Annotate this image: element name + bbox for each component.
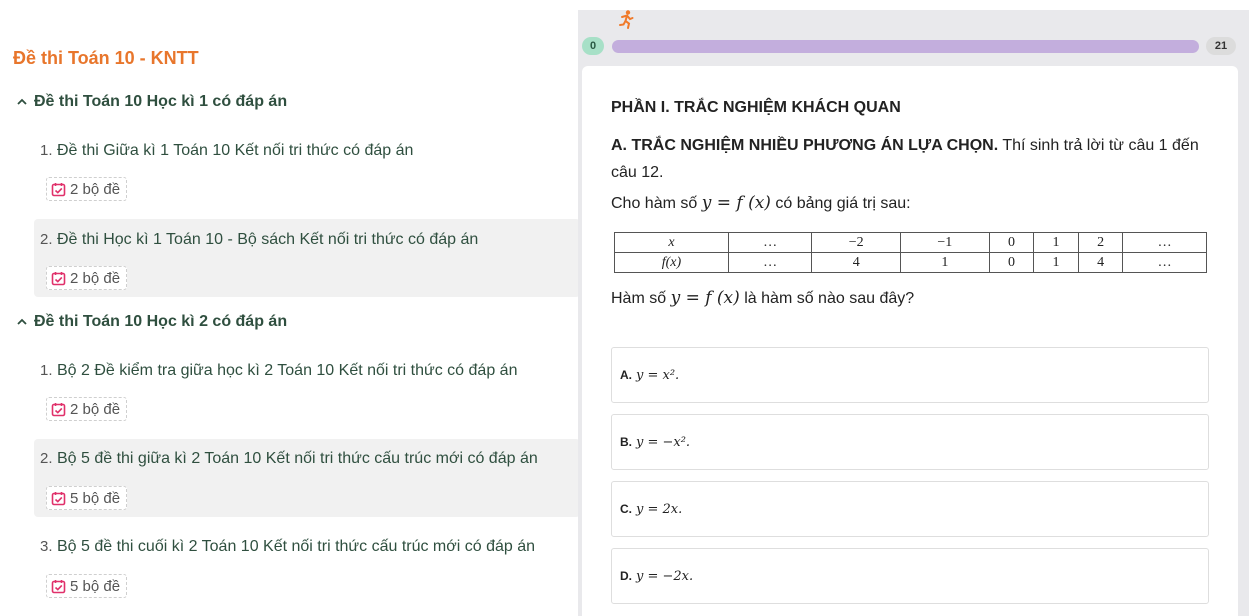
table-cell: x (614, 232, 729, 253)
option-expression: y = 2x. (636, 501, 683, 517)
table-cell: 1 (1033, 232, 1079, 253)
table-cell: … (1122, 232, 1207, 253)
badge-label: 2 bộ đề (70, 400, 121, 418)
option-label: D. (620, 569, 632, 583)
table-cell: 4 (1077, 252, 1124, 273)
table-cell: … (727, 252, 813, 273)
table-cell: f(x) (614, 252, 729, 273)
item-number: 2. (40, 231, 53, 248)
table-row: f(x) … 4 1 0 1 4 … (614, 252, 1207, 273)
group-label: Đề thi Toán 10 Học kì 2 có đáp án (34, 313, 288, 330)
exam-count-badge: 2 bộ đề (46, 397, 128, 421)
option-label: B. (620, 435, 632, 449)
exam-count-badge: 5 bộ đề (46, 486, 128, 510)
table-cell: 4 (811, 252, 902, 273)
item-title-text: Bộ 5 đề thi cuối kì 2 Toán 10 Kết nối tr… (56, 538, 536, 555)
table-cell: 0 (988, 252, 1035, 273)
option-expression: y = −x². (636, 434, 691, 450)
value-table: x … −2 −1 0 1 2 … f(x) … 4 1 0 1 4 … (614, 232, 1207, 273)
item-number: 1. (40, 362, 53, 379)
item-title-text: Đề thi Giữa kì 1 Toán 10 Kết nối tri thứ… (56, 142, 414, 159)
table-cell: −1 (900, 232, 990, 253)
table-cell: 2 (1077, 232, 1124, 253)
intro-text: Cho hàm số (611, 195, 702, 212)
table-cell: 1 (900, 252, 990, 273)
item-title-text: Bộ 2 Đề kiểm tra giữa học kì 2 Toán 10 K… (56, 362, 518, 379)
calendar-check-icon (51, 182, 66, 196)
part-heading: A. TRẮC NGHIỆM NHIỀU PHƯƠNG ÁN LỰA CHỌN. (611, 137, 999, 154)
intro-math: y = f (x) (701, 193, 771, 213)
calendar-check-icon (51, 491, 66, 505)
running-person-icon (618, 10, 634, 35)
table-row: x … −2 −1 0 1 2 … (614, 232, 1207, 253)
table-cell: 1 (1033, 252, 1079, 273)
answer-option-d[interactable]: D. y = −2x. (611, 548, 1209, 604)
exam-count-badge: 2 bộ đề (46, 177, 128, 201)
table-cell: −2 (811, 232, 902, 253)
item-number: 3. (40, 538, 53, 555)
table-cell: … (1122, 252, 1207, 273)
list-item[interactable]: 1. Bộ 2 Đề kiểm tra giữa học kì 2 Toán 1… (34, 350, 580, 428)
chevron-up-icon (16, 96, 28, 108)
item-title[interactable]: 1. Đề thi Giữa kì 1 Toán 10 Kết nối tri … (40, 142, 413, 160)
item-title[interactable]: 3. Bộ 5 đề thi cuối kì 2 Toán 10 Kết nối… (40, 538, 535, 556)
table-cell: … (727, 232, 813, 253)
exam-count-badge: 5 bộ đề (46, 574, 128, 598)
ask-text: Hàm số (611, 290, 671, 307)
progress-end-count: 21 (1206, 37, 1236, 55)
group-header-hk1[interactable]: Đề thi Toán 10 Học kì 1 có đáp án (16, 93, 287, 111)
item-title-text: Bộ 5 đề thi giữa kì 2 Toán 10 Kết nối tr… (56, 450, 538, 467)
option-expression: y = −2x. (636, 568, 694, 584)
option-label: C. (620, 502, 632, 516)
section-heading: PHẦN I. TRẮC NGHIỆM KHÁCH QUAN (611, 99, 901, 116)
badge-label: 5 bộ đề (70, 489, 121, 507)
question-ask: Hàm số y = f (x) là hàm số nào sau đây? (611, 288, 914, 308)
option-expression: y = x². (636, 367, 680, 383)
exam-sidebar: Đề thi Toán 10 - KNTT Đề thi Toán 10 Học… (0, 0, 580, 616)
list-item[interactable]: 1. Đề thi Giữa kì 1 Toán 10 Kết nối tri … (34, 130, 580, 208)
list-item[interactable]: 2. Bộ 5 đề thi giữa kì 2 Toán 10 Kết nối… (34, 439, 580, 517)
exam-count-badge: 2 bộ đề (46, 266, 128, 290)
item-title[interactable]: 2. Đề thi Học kì 1 Toán 10 - Bộ sách Kết… (40, 231, 478, 249)
progress-start-count: 0 (582, 37, 604, 55)
item-title-text: Đề thi Học kì 1 Toán 10 - Bộ sách Kết nố… (56, 231, 479, 248)
calendar-check-icon (51, 579, 66, 593)
item-number: 1. (40, 142, 53, 159)
group-label: Đề thi Toán 10 Học kì 1 có đáp án (34, 93, 288, 110)
item-title[interactable]: 1. Bộ 2 Đề kiểm tra giữa học kì 2 Toán 1… (40, 362, 517, 380)
table-cell: 0 (988, 232, 1035, 253)
ask-math: y = f (x) (670, 288, 740, 308)
calendar-check-icon (51, 402, 66, 416)
question-intro: Cho hàm số y = f (x) có bảng giá trị sau… (611, 193, 911, 213)
option-label: A. (620, 368, 632, 382)
sidebar-title[interactable]: Đề thi Toán 10 - KNTT (13, 48, 199, 69)
ask-text-end: là hàm số nào sau đây? (739, 290, 915, 307)
list-item[interactable]: 3. Bộ 5 đề thi cuối kì 2 Toán 10 Kết nối… (34, 527, 580, 605)
badge-label: 2 bộ đề (70, 269, 121, 287)
chevron-up-icon (16, 316, 28, 328)
answer-option-c[interactable]: C. y = 2x. (611, 481, 1209, 537)
part-instruction: A. TRẮC NGHIỆM NHIỀU PHƯƠNG ÁN LỰA CHỌN.… (611, 132, 1216, 186)
badge-label: 5 bộ đề (70, 577, 121, 595)
calendar-check-icon (51, 271, 66, 285)
question-card: PHẦN I. TRẮC NGHIỆM KHÁCH QUAN A. TRẮC N… (582, 66, 1238, 616)
item-number: 2. (40, 450, 53, 467)
question-panel: 0 21 PHẦN I. TRẮC NGHIỆM KHÁCH QUAN A. T… (578, 10, 1249, 616)
list-item[interactable]: 2. Đề thi Học kì 1 Toán 10 - Bộ sách Kết… (34, 219, 580, 297)
answer-option-a[interactable]: A. y = x². (611, 347, 1209, 403)
badge-label: 2 bộ đề (70, 180, 121, 198)
intro-text-end: có bảng giá trị sau: (770, 195, 911, 212)
item-title[interactable]: 2. Bộ 5 đề thi giữa kì 2 Toán 10 Kết nối… (40, 450, 538, 468)
progress-bar (612, 40, 1199, 53)
answer-option-b[interactable]: B. y = −x². (611, 414, 1209, 470)
group-header-hk2[interactable]: Đề thi Toán 10 Học kì 2 có đáp án (16, 313, 287, 331)
